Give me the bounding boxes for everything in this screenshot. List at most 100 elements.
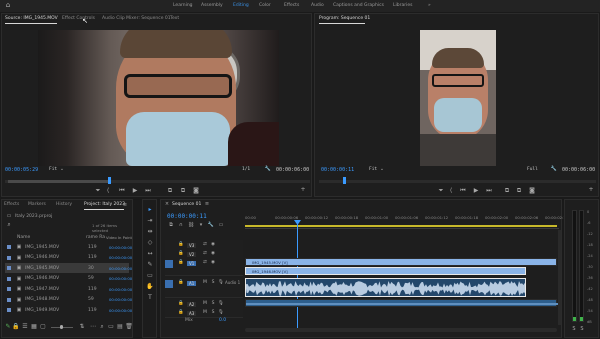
play-icon[interactable]: ▶ [131, 188, 139, 194]
tab-program[interactable]: Program: Sequence 01 [319, 16, 370, 21]
eye-icon[interactable]: ◉ [209, 242, 217, 248]
menu-icon[interactable]: ≡ [121, 202, 129, 208]
program-scrub-bar[interactable] [319, 180, 596, 183]
extract-icon[interactable]: ⧉ [515, 188, 523, 194]
freeform-view-icon[interactable]: ▢ [39, 324, 47, 330]
track-label[interactable]: A1 [187, 280, 197, 286]
mark-out-icon[interactable]: ⟨ [447, 188, 455, 194]
tab-effects[interactable]: Effects [4, 202, 19, 207]
snap-icon[interactable]: ∩ [177, 222, 185, 228]
add-button-icon[interactable]: + [299, 187, 307, 193]
column-video-in[interactable]: Video In Point [106, 235, 132, 240]
track-select-icon[interactable]: ⇥ [146, 218, 154, 224]
list-item[interactable]: ▣ IMG_1947.MOV 119 00:00:00:00 [5, 284, 132, 294]
mute-icon[interactable]: M [201, 301, 209, 307]
mic-icon[interactable]: 🎙 [217, 280, 225, 286]
solo-icon[interactable]: S [209, 280, 217, 286]
icon-view-icon[interactable]: ▦ [30, 324, 38, 330]
clip-a1[interactable] [245, 278, 526, 297]
slip-icon[interactable]: ↔ [146, 251, 154, 257]
lock-icon[interactable]: 🔒 [177, 310, 185, 316]
new-item-icon[interactable]: ▤ [116, 324, 124, 330]
nest-icon[interactable]: ⧉ [167, 222, 175, 228]
pen-icon[interactable]: ✎ [146, 262, 154, 268]
list-item[interactable]: ▣ IMG_1945.MOV 30 00:00:00:00 [5, 263, 132, 273]
lock-icon[interactable]: 🔒 [177, 251, 185, 257]
source-ratio-select[interactable]: 1/1 [242, 167, 250, 172]
add-button-icon[interactable]: + [587, 187, 595, 193]
lift-icon[interactable]: ⧉ [503, 188, 511, 194]
list-item[interactable]: ▣ IMG_1949.MOV 119 00:00:00:00 [5, 305, 132, 315]
program-ratio-select[interactable]: Full [527, 167, 538, 172]
timeline-timecode[interactable]: 00:00:00:11 [167, 213, 207, 220]
search-icon[interactable]: ⌕ [5, 222, 13, 228]
chevron-down-icon[interactable]: ⌄ [378, 166, 386, 172]
insert-icon[interactable]: ⧉ [166, 188, 174, 194]
tab-markers[interactable]: Markers [28, 202, 46, 207]
track-header-a1[interactable]: 🔒 A1 M S 🎙 Audio 1 [165, 278, 243, 298]
solo-icon[interactable]: S [209, 310, 217, 316]
clip-v1[interactable]: IMG_1946.MOV [V] [245, 267, 526, 275]
workspace-captions[interactable]: Captions and Graphics [333, 3, 384, 8]
mic-icon[interactable]: 🎙 [217, 310, 225, 316]
eye-icon[interactable]: ◉ [209, 260, 217, 266]
workspace-assembly[interactable]: Assembly [201, 3, 223, 8]
work-area-bar[interactable] [245, 225, 557, 227]
mute-icon[interactable]: M [201, 310, 209, 316]
program-timecode-out[interactable]: 00:00:06:00 [562, 167, 595, 173]
list-item[interactable]: ▣ IMG_1945.MOV 119 00:00:00:00 [5, 242, 132, 252]
hand-icon[interactable]: ✋ [146, 284, 154, 290]
workspace-audio[interactable]: Audio [311, 3, 324, 8]
chevron-down-icon[interactable]: ⌄ [58, 166, 66, 172]
new-bin-icon[interactable]: ▭ [107, 324, 115, 330]
more-workspaces-icon[interactable]: » [428, 3, 431, 8]
settings-icon[interactable]: 🔧 [207, 222, 215, 228]
eye-icon[interactable]: ◉ [209, 251, 217, 257]
play-icon[interactable]: ▶ [472, 188, 480, 194]
column-frame-rate[interactable]: rame Ra [86, 235, 105, 240]
workspace-learning[interactable]: Learning [173, 3, 193, 8]
selection-tool-icon[interactable]: ▸ [146, 207, 154, 213]
track-label[interactable]: V3 [187, 242, 197, 248]
trash-icon[interactable]: 🗑 [125, 324, 133, 330]
export-frame-icon[interactable]: ◙ [192, 188, 200, 194]
tab-sequence[interactable]: Sequence 01 [172, 202, 201, 207]
menu-icon[interactable]: ≡ [203, 201, 211, 207]
clip-a2[interactable] [245, 299, 558, 307]
clip-v2[interactable]: IMG_1945.MOV [V] [245, 258, 557, 266]
list-item[interactable]: ▣ IMG_1946.MOV 59 00:00:00:00 [5, 274, 132, 284]
source-timecode-out[interactable]: 00:00:06:00 [276, 167, 309, 173]
solo-left-icon[interactable]: S [570, 326, 578, 332]
home-icon[interactable]: ⌂ [4, 2, 12, 9]
track-label[interactable]: V1 [187, 260, 197, 266]
mark-in-icon[interactable]: ⏷ [94, 188, 102, 194]
time-ruler[interactable]: 00:00 00:00:00:06 00:00:00:12 00:00:00:18 00… [245, 215, 568, 229]
razor-icon[interactable]: ◇ [146, 240, 154, 246]
close-icon[interactable]: × [163, 201, 171, 207]
program-playhead[interactable] [343, 177, 346, 184]
list-item[interactable]: ▣ IMG_1946.MOV 119 00:00:00:00 [5, 253, 132, 263]
source-patch-a1[interactable] [165, 280, 173, 288]
mute-icon[interactable]: M [201, 280, 209, 286]
timeline-v-scroll[interactable] [558, 230, 561, 325]
lock-icon[interactable]: 🔒 [177, 242, 185, 248]
lock-icon[interactable]: 🔒 [177, 301, 185, 307]
timeline-playhead[interactable] [297, 222, 298, 328]
track-header-a3[interactable]: 🔒 A3 M S 🎙 [165, 308, 243, 318]
list-item[interactable]: ▣ IMG_1948.MOV 59 00:00:00:00 [5, 295, 132, 305]
list-view-icon[interactable]: ☰ [21, 324, 29, 330]
sync-lock-icon[interactable]: ⇄ [201, 260, 209, 266]
track-label[interactable]: V2 [187, 251, 197, 257]
program-timecode-in[interactable]: 00:00:00:11 [321, 167, 354, 173]
ripple-edit-icon[interactable]: ⇹ [146, 229, 154, 235]
automate-icon[interactable]: ⋯ [89, 324, 97, 330]
sort-icon[interactable]: ⇅ [78, 324, 86, 330]
lock-icon[interactable]: 🔒 [177, 260, 185, 266]
wrench-icon[interactable]: 🔧 [264, 166, 272, 172]
mark-out-icon[interactable]: ⟨ [104, 188, 112, 194]
mic-icon[interactable]: 🎙 [217, 301, 225, 307]
pencil-icon[interactable]: ✎ [4, 324, 12, 330]
tab-text[interactable]: Text [170, 16, 179, 21]
overwrite-icon[interactable]: ⧉ [179, 188, 187, 194]
tab-source[interactable]: Source: IMG_1945.MOV [5, 16, 58, 21]
